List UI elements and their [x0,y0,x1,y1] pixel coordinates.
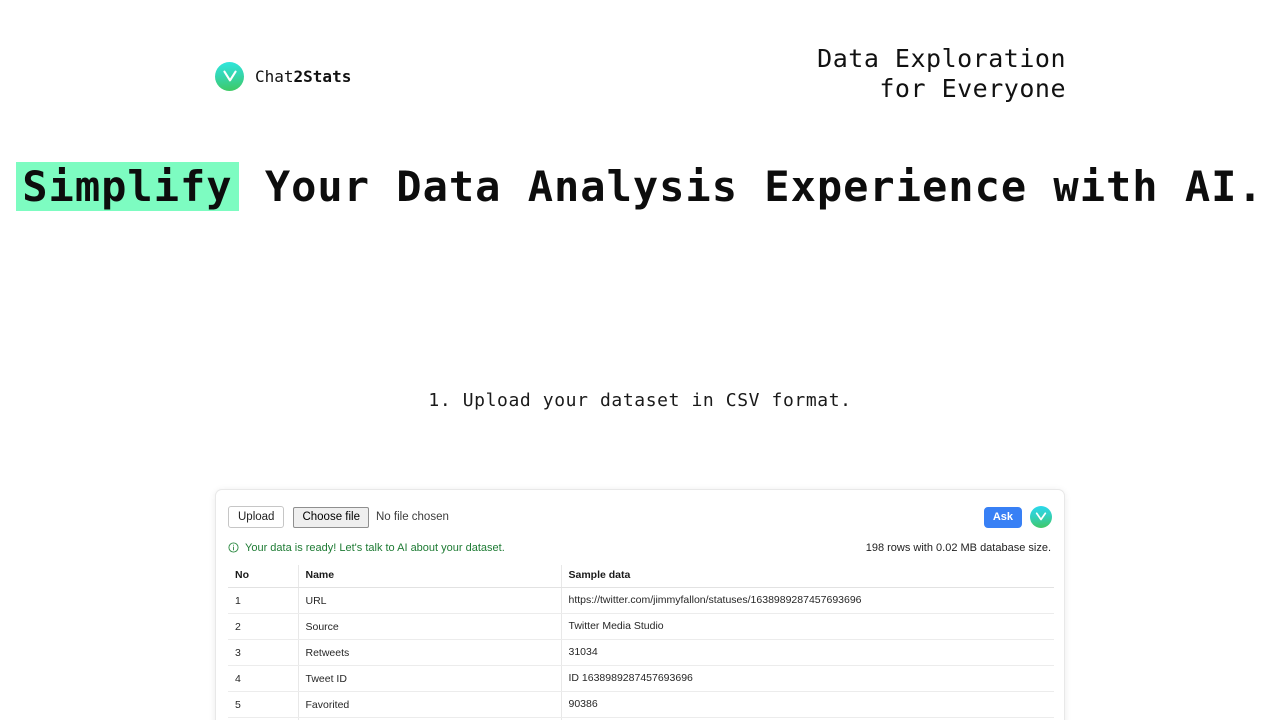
cell-name: Retweets [298,639,562,666]
cell-sample: ID 1638989287457693696 [561,665,1054,692]
brand-name-bold: 2Stats [293,67,352,86]
file-status-label: No file chosen [376,511,449,523]
cell-no: 4 [228,665,299,692]
status-row: Your data is ready! Let's talk to AI abo… [228,540,1052,555]
file-input-field[interactable]: Choose file No file chosen [293,506,449,528]
choose-file-button[interactable]: Choose file [293,506,369,528]
cell-name: Tweet ID [298,665,562,692]
toolbar-left-group: Upload Choose file No file chosen [228,506,449,528]
page-title: Simplify Your Data Analysis Experience w… [0,160,1280,214]
cell-name: Source [298,613,562,640]
cell-no: 5 [228,691,299,718]
toolbar-right-group: Ask [983,506,1052,528]
brand-logo-group[interactable]: Chat2Stats [215,62,351,91]
schema-table-body: 1 URL https://twitter.com/jimmyfallon/st… [228,587,1054,720]
cell-name: URL [298,587,562,614]
chevron-v-logo-icon [215,62,244,91]
column-header-name[interactable]: Name [298,565,562,588]
table-row: 2 Source Twitter Media Studio [228,613,1054,640]
app-preview-panel: Upload Choose file No file chosen Ask Yo… [215,489,1065,720]
cell-sample: 31034 [561,639,1054,666]
ask-button[interactable]: Ask [983,506,1022,528]
cell-no: 1 [228,587,299,614]
hero-rest-text: Your Data Analysis Experience with AI. [238,162,1264,211]
cell-sample: https://twitter.com/jimmyfallon/statuses… [561,587,1054,614]
brand-name-light: Chat [255,67,294,86]
schema-table: No Name Sample data 1 URL https://twitte… [228,565,1054,720]
database-size-info: 198 rows with 0.02 MB database size. [865,541,1051,554]
status-message-text: Your data is ready! Let's talk to AI abo… [245,541,505,554]
table-row: 1 URL https://twitter.com/jimmyfallon/st… [228,587,1054,614]
header-tagline: Data Exploration for Everyone [817,44,1066,103]
schema-table-head: No Name Sample data [228,565,1054,588]
brand-name: Chat2Stats [255,67,351,86]
table-row: 5 Favorited 90386 [228,691,1054,718]
column-header-no[interactable]: No [228,565,299,588]
landing-page: Chat2Stats Data Exploration for Everyone… [0,0,1280,720]
app-toolbar: Upload Choose file No file chosen Ask [228,504,1052,530]
cell-name: Favorited [298,691,562,718]
table-row: 4 Tweet ID ID 1638989287457693696 [228,665,1054,692]
cell-sample: Twitter Media Studio [561,613,1054,640]
data-ready-status: Your data is ready! Let's talk to AI abo… [228,542,505,554]
table-header-row: No Name Sample data [228,565,1054,588]
upload-button[interactable]: Upload [228,506,285,528]
info-circle-icon [228,542,239,553]
cell-sample: 90386 [561,691,1054,718]
chevron-v-avatar-icon[interactable] [1030,506,1052,528]
step-one-instruction: 1. Upload your dataset in CSV format. [428,390,852,411]
table-row: 3 Retweets 31034 [228,639,1054,666]
cell-no: 3 [228,639,299,666]
hero-highlight-word: Simplify [16,162,239,211]
column-header-sample[interactable]: Sample data [561,565,1054,588]
cell-no: 2 [228,613,299,640]
